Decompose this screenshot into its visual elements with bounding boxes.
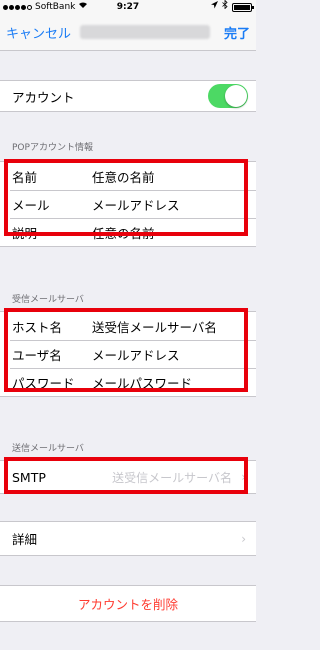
- details-row[interactable]: 詳細 ›: [0, 522, 256, 555]
- chevron-right-icon: ›: [241, 531, 246, 546]
- toggle-knob: [225, 85, 247, 107]
- delete-account-row[interactable]: アカウントを削除: [0, 586, 256, 621]
- outgoing-section-header: 送信メールサーバ: [12, 444, 84, 454]
- location-icon: [211, 0, 218, 14]
- delete-group: アカウントを削除: [0, 585, 256, 622]
- account-row: アカウント: [0, 81, 256, 111]
- details-group: 詳細 ›: [0, 521, 256, 556]
- done-button[interactable]: 完了: [224, 23, 250, 42]
- battery-icon: [232, 2, 254, 12]
- highlight-frame-incoming: [4, 308, 248, 392]
- blurred-title: [80, 25, 210, 39]
- cancel-button[interactable]: キャンセル: [6, 23, 71, 42]
- account-group: アカウント: [0, 80, 256, 112]
- delete-account-button[interactable]: アカウントを削除: [0, 594, 256, 613]
- highlight-frame-pop: [4, 159, 248, 236]
- navigation-bar: キャンセル 完了: [0, 14, 256, 51]
- status-right: [211, 0, 254, 14]
- details-label: 詳細: [12, 532, 38, 547]
- bluetooth-icon: [222, 0, 228, 14]
- highlight-frame-smtp: [4, 457, 248, 494]
- incoming-section-header: 受信メールサーバ: [12, 295, 84, 305]
- pop-section-header: POPアカウント情報: [12, 143, 93, 153]
- status-bar: SoftBank 9:27: [0, 0, 256, 14]
- account-toggle[interactable]: [208, 84, 248, 108]
- account-label: アカウント: [12, 89, 75, 105]
